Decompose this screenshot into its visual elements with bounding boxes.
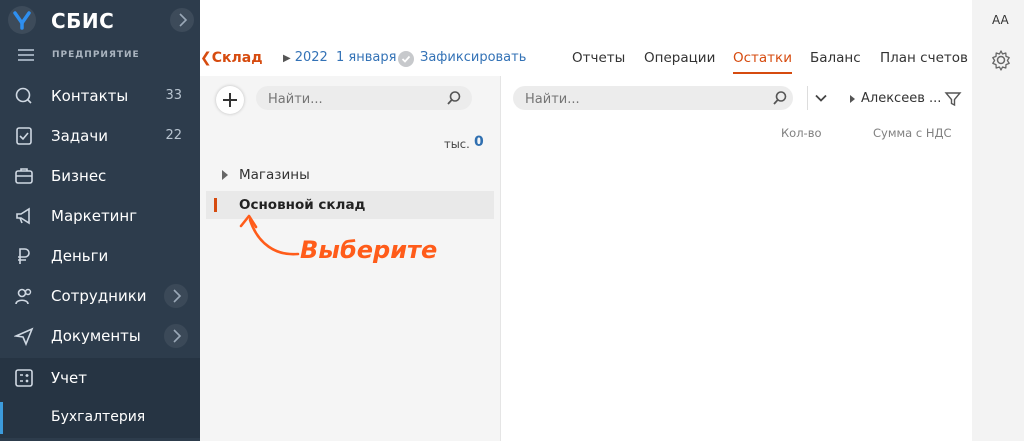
sidebar-item-label: Маркетинг	[51, 207, 138, 225]
column-header-sum-vat[interactable]: Сумма с НДС	[873, 126, 952, 140]
tree-item-shops[interactable]: Магазины	[206, 161, 494, 189]
sidebar-item-label: Бизнес	[51, 167, 107, 185]
column-header-quantity[interactable]: Кол-во	[781, 126, 822, 140]
tab-balance-sheet[interactable]: Баланс	[810, 50, 861, 72]
toolbar-divider	[807, 86, 808, 110]
selection-marker	[214, 198, 217, 212]
sidebar-header: СБИС	[0, 0, 200, 40]
sidebar-item-marketing[interactable]: Маркетинг	[0, 196, 200, 236]
chevron-right-icon[interactable]	[164, 284, 188, 308]
tree-search[interactable]	[256, 86, 472, 110]
check-circle-icon	[398, 51, 414, 67]
callout-arrow-icon	[239, 214, 300, 256]
chevron-down-icon[interactable]	[813, 90, 829, 106]
sidebar-expand-button[interactable]	[170, 8, 194, 32]
sidebar-item-label: Контакты	[51, 87, 129, 105]
sidebar-item-label: Деньги	[51, 247, 109, 265]
tab-reports[interactable]: Отчеты	[572, 50, 625, 72]
add-button[interactable]	[216, 86, 244, 114]
expand-triangle-icon[interactable]	[222, 170, 228, 180]
sidebar-item-employees[interactable]: Сотрудники	[0, 276, 200, 316]
gear-icon[interactable]	[990, 49, 1012, 71]
calculator-icon	[14, 368, 34, 388]
callout-text: Выберите	[300, 236, 438, 264]
sidebar-item-label: Задачи	[51, 127, 108, 145]
tree-search-input[interactable]	[266, 89, 440, 109]
filter-icon[interactable]	[944, 90, 962, 108]
sidebar-item-tasks[interactable]: Задачи 22	[0, 116, 200, 156]
balance-search[interactable]	[513, 86, 793, 110]
ruble-icon	[14, 246, 34, 266]
paper-plane-icon	[13, 326, 34, 347]
chevron-right-icon[interactable]	[164, 324, 188, 348]
chat-icon	[14, 86, 34, 106]
sidebar-item-label: Учет	[51, 369, 87, 387]
sidebar-item-count: 22	[165, 128, 182, 143]
sidebar-item-money[interactable]: Деньги	[0, 236, 200, 276]
task-icon	[14, 126, 34, 146]
pane-divider[interactable]	[500, 76, 501, 441]
organization-row[interactable]: ПРЕДПРИЯТИЕ	[0, 46, 200, 66]
warehouse-selector[interactable]: ❮Склад	[200, 50, 263, 70]
sidebar-item-contacts[interactable]: Контакты 33	[0, 76, 200, 116]
back-icon: ❮	[200, 50, 212, 66]
sidebar: СБИС ПРЕДПРИЯТИЕ Контакты 33 Задачи 22 Б…	[0, 0, 200, 441]
briefcase-icon	[14, 166, 34, 186]
sidebar-item-accounting[interactable]: Учет	[0, 358, 200, 398]
app-title: СБИС	[51, 9, 115, 33]
triangle-right-icon	[850, 95, 855, 103]
unit-value: 0	[474, 134, 484, 150]
active-indicator	[0, 402, 3, 434]
sidebar-subitem-label: Бухгалтерия	[51, 409, 146, 425]
sidebar-item-business[interactable]: Бизнес	[0, 156, 200, 196]
search-icon[interactable]	[772, 90, 788, 106]
date-selector[interactable]: 1 января	[336, 50, 396, 70]
tab-balances[interactable]: Остатки	[733, 50, 792, 74]
sidebar-item-label: Документы	[51, 327, 141, 345]
search-icon[interactable]	[446, 90, 462, 106]
tree-item-label: Магазины	[239, 167, 310, 183]
person-filter[interactable]: Алексеев ...	[861, 91, 941, 106]
year-selector[interactable]: ▶ 2022	[283, 50, 328, 70]
unit-label: тыс.	[444, 137, 470, 151]
font-size-button[interactable]: AA	[992, 13, 1009, 27]
tab-chart-of-accounts[interactable]: План счетов	[880, 50, 968, 72]
sidebar-item-count: 33	[165, 88, 182, 103]
sidebar-item-documents[interactable]: Документы	[0, 316, 200, 356]
fix-button[interactable]: Зафиксировать	[420, 50, 526, 70]
balance-search-input[interactable]	[523, 89, 767, 109]
people-icon	[14, 286, 34, 306]
triangle-right-icon: ▶	[283, 53, 291, 64]
sidebar-subitem-bookkeeping[interactable]: Бухгалтерия	[0, 398, 200, 438]
tab-operations[interactable]: Операции	[644, 50, 715, 72]
sbis-logo-icon[interactable]	[8, 6, 36, 34]
menu-icon[interactable]	[18, 49, 34, 62]
organization-name: ПРЕДПРИЯТИЕ	[52, 50, 140, 60]
sidebar-item-label: Сотрудники	[51, 287, 147, 305]
megaphone-icon	[14, 206, 34, 226]
